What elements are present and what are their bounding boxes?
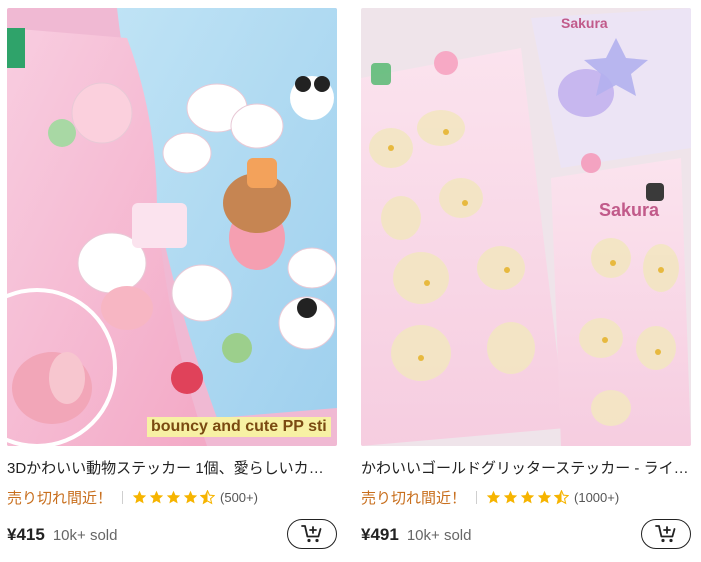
product-title[interactable]: 3Dかわいい動物ステッカー 1個、愛らしいカートゥーン bbox=[7, 460, 337, 478]
star-icon bbox=[520, 490, 535, 503]
price-row: ¥415 10k+ sold bbox=[7, 519, 337, 551]
star-icon bbox=[503, 490, 518, 503]
product-meta: 売り切れ間近！ (500+) bbox=[7, 487, 337, 507]
product-image-art: Sakura Sakura bbox=[361, 8, 691, 446]
star-icon bbox=[537, 490, 552, 503]
sticker-sheet-label: Sakura bbox=[599, 200, 660, 220]
product-card[interactable]: bouncy and cute PP sti 3Dかわいい動物ステッカー 1個、… bbox=[7, 0, 337, 562]
add-to-cart-icon bbox=[655, 525, 676, 543]
add-to-cart-icon bbox=[301, 525, 322, 543]
price-row: ¥491 10k+ sold bbox=[361, 519, 691, 551]
star-icon bbox=[132, 490, 147, 503]
product-card[interactable]: Sakura Sakura かわいいゴールドグリッターステッカー - ライトカラ… bbox=[361, 0, 691, 562]
sticker-sheet-label: Sakura bbox=[561, 15, 608, 31]
sold-count: 10k+ sold bbox=[52, 526, 118, 544]
product-image[interactable]: Sakura Sakura bbox=[361, 8, 691, 446]
rating-count: (1000+) bbox=[574, 489, 620, 505]
add-to-cart-button[interactable] bbox=[641, 519, 691, 549]
product-title[interactable]: かわいいゴールドグリッターステッカー - ライトカラー bbox=[361, 460, 691, 478]
star-icon bbox=[183, 490, 198, 503]
half-star-icon bbox=[554, 489, 570, 504]
star-icon bbox=[149, 490, 164, 503]
rating-count: (500+) bbox=[220, 489, 258, 505]
divider bbox=[122, 490, 124, 504]
product-meta: 売り切れ間近！ (1000+) bbox=[361, 487, 691, 507]
star-icon bbox=[486, 490, 501, 503]
star-icon bbox=[166, 490, 181, 503]
price: ¥415 bbox=[7, 525, 45, 544]
urgency-badge: 売り切れ間近！ bbox=[361, 489, 467, 507]
rating-stars: (500+) bbox=[132, 489, 258, 505]
rating-stars: (1000+) bbox=[486, 489, 620, 505]
divider bbox=[476, 490, 478, 504]
product-image[interactable]: bouncy and cute PP sti bbox=[7, 8, 337, 446]
half-star-icon bbox=[200, 489, 216, 504]
sold-count: 10k+ sold bbox=[406, 526, 472, 544]
image-caption: bouncy and cute PP sti bbox=[147, 417, 331, 437]
product-image-art bbox=[7, 8, 337, 446]
urgency-badge: 売り切れ間近！ bbox=[7, 489, 113, 507]
add-to-cart-button[interactable] bbox=[287, 519, 337, 549]
price: ¥491 bbox=[361, 525, 399, 544]
